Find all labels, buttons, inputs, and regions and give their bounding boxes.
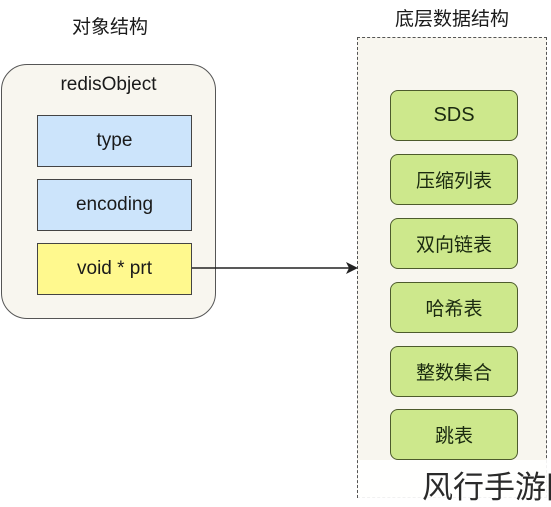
structure-linkedlist: 双向链表 [390, 218, 518, 269]
structure-hashtable: 哈希表 [390, 282, 518, 333]
structure-skiplist: 跳表 [390, 409, 518, 460]
structure-ziplist: 压缩列表 [390, 154, 518, 205]
structure-sds: SDS [390, 90, 518, 141]
watermark-text: 风行手游网 [422, 470, 551, 506]
structure-intset: 整数集合 [390, 346, 518, 397]
